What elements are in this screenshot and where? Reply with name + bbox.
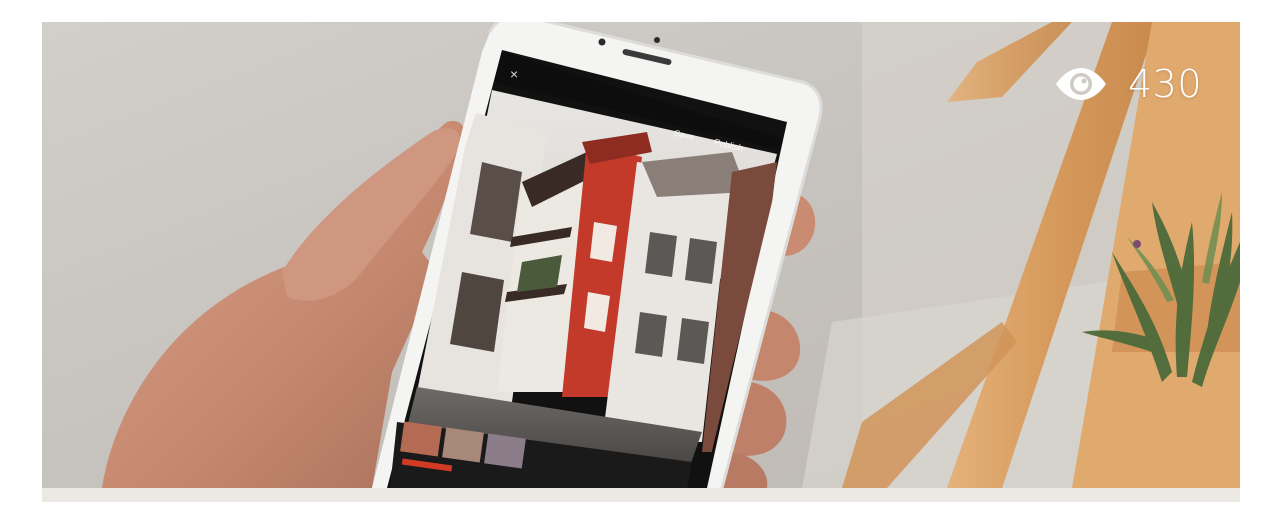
post-card[interactable]: × Save Publish 430: [42, 22, 1240, 502]
card-bottom-strip: [42, 488, 1240, 502]
phone-close-icon: ×: [510, 66, 519, 82]
view-count: 430: [1127, 62, 1202, 106]
eye-icon: [1055, 68, 1106, 100]
view-counter: 430: [1054, 62, 1202, 106]
